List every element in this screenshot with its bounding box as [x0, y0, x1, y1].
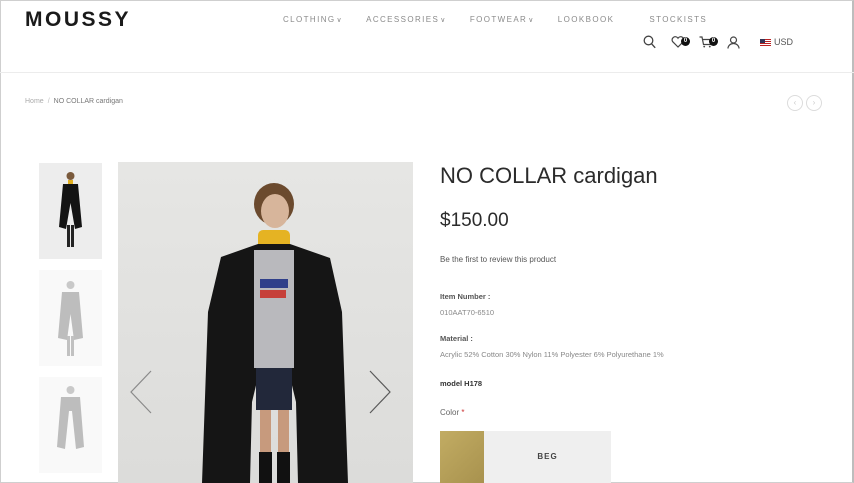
model-photo-thumbnail	[57, 386, 84, 449]
color-label-text: Color	[440, 408, 460, 417]
nav-label: STOCKISTS	[649, 15, 708, 24]
cart-count-badge: 0	[709, 37, 718, 46]
nav-label: LOOKBOOK	[557, 15, 615, 24]
search-icon[interactable]	[643, 35, 656, 49]
product-thumbnail-1[interactable]	[39, 163, 102, 259]
wishlist-button[interactable]: 0	[671, 36, 690, 48]
nav-label: FOOTWEAR	[469, 15, 528, 24]
product-thumbnail-2[interactable]	[39, 270, 102, 366]
nav-lookbook[interactable]: LOOKBOOK	[558, 15, 615, 24]
chevron-down-icon: ∨	[440, 17, 447, 24]
previous-product-button[interactable]: ‹	[787, 95, 803, 111]
chevron-down-icon: ∨	[336, 17, 344, 24]
color-label: Color *	[440, 408, 464, 417]
model-info: model H178	[440, 379, 483, 388]
previous-image-button[interactable]	[129, 370, 153, 419]
us-flag-icon	[760, 38, 771, 46]
currency-label: USD	[774, 37, 794, 47]
cart-button[interactable]: 0	[699, 36, 718, 48]
nav-label: ACCESSORIES	[366, 15, 440, 24]
breadcrumb-current: NO COLLAR cardigan	[53, 98, 123, 105]
nav-clothing[interactable]: CLOTHING∨	[283, 15, 343, 24]
header-actions: 0 0 USD	[643, 35, 793, 49]
color-option-label: BEG	[537, 452, 558, 461]
nav-accessories[interactable]: ACCESSORIES∨	[366, 15, 447, 24]
product-title: NO COLLAR cardigan	[440, 163, 658, 188]
currency-selector[interactable]: USD	[760, 37, 793, 47]
product-price: $150.00	[440, 210, 509, 231]
item-number-label: Item Number :	[440, 292, 491, 301]
model-photo-thumbnail	[58, 281, 83, 356]
material-value: Acrylic 52% Cotton 30% Nylon 11% Polyest…	[440, 350, 664, 359]
chevron-right-icon: ›	[812, 98, 816, 107]
chevron-down-icon: ∨	[528, 17, 535, 24]
brand-logo[interactable]: MOUSSY	[25, 8, 131, 32]
model-photo-thumbnail	[59, 172, 82, 247]
breadcrumb: Home / NO COLLAR cardigan	[25, 98, 123, 105]
model-photo	[202, 183, 348, 483]
nav-footwear[interactable]: FOOTWEAR∨	[470, 15, 535, 24]
nav-stockists[interactable]: STOCKISTS	[649, 15, 707, 24]
nav-label: CLOTHING	[283, 15, 336, 24]
required-marker: *	[461, 408, 465, 417]
material-label: Material :	[440, 334, 473, 343]
item-number-value: 010AAT70-6510	[440, 308, 495, 317]
color-swatch	[440, 431, 484, 483]
main-product-image[interactable]	[118, 162, 413, 483]
chevron-right-icon	[369, 370, 391, 414]
breadcrumb-separator: /	[47, 98, 50, 105]
color-option-beg[interactable]: BEG	[440, 431, 611, 483]
wishlist-count-badge: 0	[681, 37, 690, 46]
review-link[interactable]: Be the first to review this product	[440, 255, 556, 264]
product-thumbnail-3[interactable]	[39, 377, 102, 473]
breadcrumb-home-link[interactable]: Home	[25, 98, 44, 105]
main-nav: CLOTHING∨ ACCESSORIES∨ FOOTWEAR∨ LOOKBOO…	[283, 15, 730, 24]
product-pager: ‹ ›	[784, 95, 822, 111]
chevron-left-icon: ‹	[793, 98, 797, 107]
header-divider	[0, 72, 854, 73]
chevron-left-icon	[130, 370, 152, 414]
next-product-button[interactable]: ›	[806, 95, 822, 111]
next-image-button[interactable]	[368, 370, 392, 419]
account-icon[interactable]	[727, 35, 740, 49]
